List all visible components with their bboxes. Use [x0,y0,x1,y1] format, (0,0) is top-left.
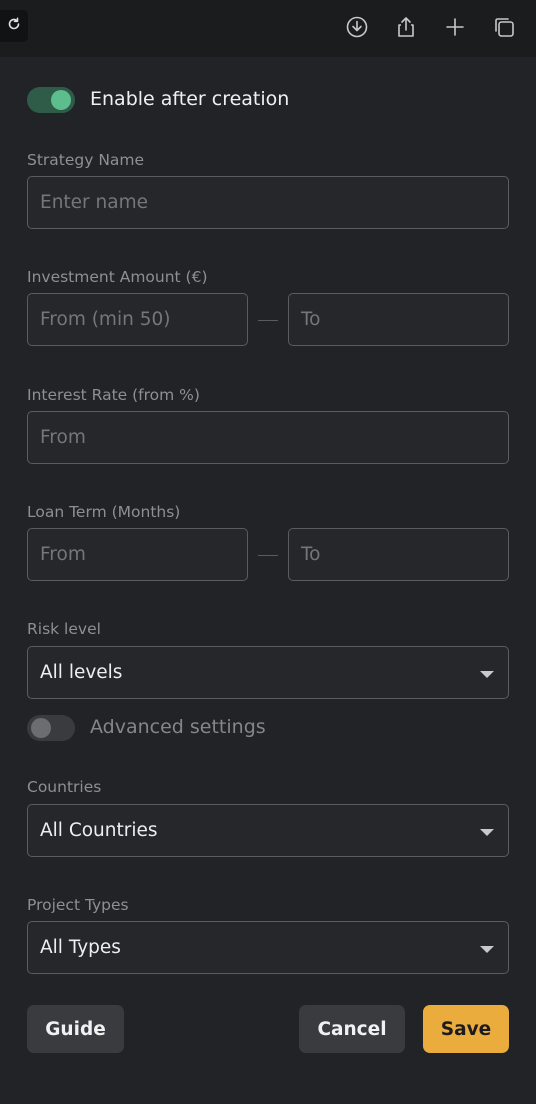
plus-icon[interactable] [442,14,468,40]
interest-rate-input[interactable]: From [27,411,509,464]
investment-amount-label: Investment Amount (€) [27,268,208,286]
interest-rate-label: Interest Rate (from %) [27,386,200,404]
loan-term-from-input[interactable]: From [27,528,248,581]
enable-after-creation-label: Enable after creation [90,88,290,110]
risk-level-value: All levels [40,662,123,683]
chevron-down-icon [480,671,494,678]
toggle-knob [51,90,71,110]
download-icon[interactable] [344,14,370,40]
countries-label: Countries [27,778,102,796]
share-icon[interactable] [393,14,419,40]
reload-button[interactable] [0,10,28,42]
copy-icon[interactable] [491,14,517,40]
investment-amount-to-input[interactable]: To [288,293,509,346]
range-separator [258,320,278,321]
loan-term-label: Loan Term (Months) [27,503,181,521]
range-separator [258,555,278,556]
loan-term-to-input[interactable]: To [288,528,509,581]
project-types-label: Project Types [27,896,129,914]
reload-icon [6,16,22,36]
countries-select[interactable]: All Countries [27,804,509,857]
strategy-name-input[interactable]: Enter name [27,176,509,229]
project-types-select[interactable]: All Types [27,921,509,974]
cancel-button[interactable]: Cancel [299,1005,405,1053]
enable-after-creation-toggle[interactable] [27,87,75,113]
risk-level-select[interactable]: All levels [27,646,509,699]
project-types-value: All Types [40,937,121,958]
guide-button[interactable]: Guide [27,1005,124,1053]
toggle-knob [31,718,51,738]
chevron-down-icon [480,946,494,953]
countries-value: All Countries [40,820,158,841]
chevron-down-icon [480,829,494,836]
risk-level-label: Risk level [27,620,101,638]
advanced-settings-label: Advanced settings [90,716,266,738]
save-button[interactable]: Save [423,1005,509,1053]
top-toolbar [0,0,536,57]
advanced-settings-toggle[interactable] [27,715,75,741]
strategy-name-label: Strategy Name [27,151,145,169]
investment-amount-from-input[interactable]: From (min 50) [27,293,248,346]
